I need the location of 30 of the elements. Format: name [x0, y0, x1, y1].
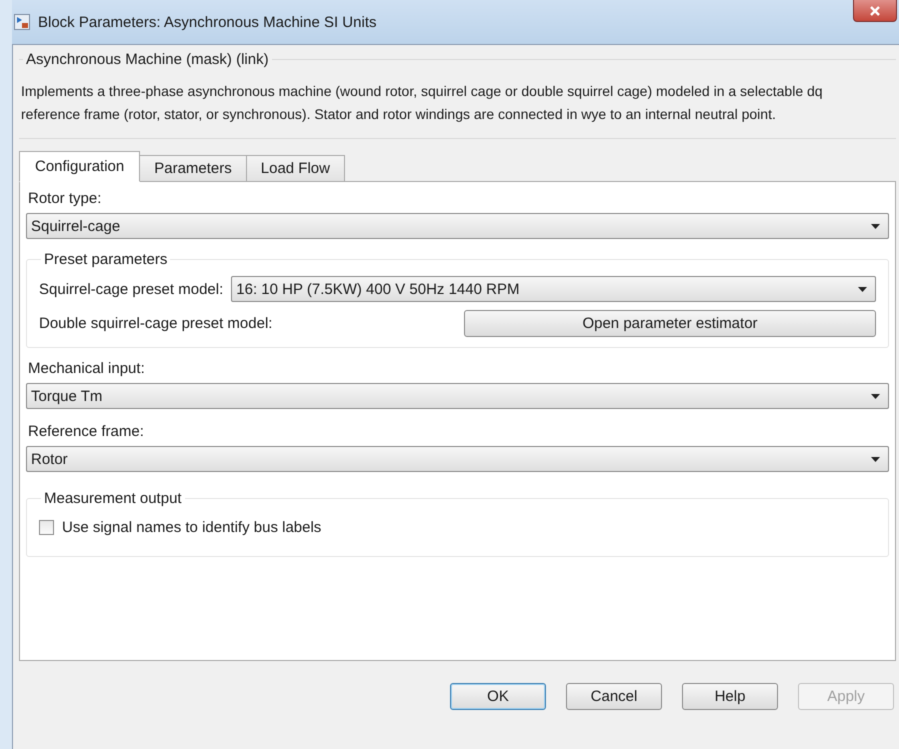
caret-icon	[858, 286, 867, 292]
window-title: Block Parameters: Asynchronous Machine SI Units	[38, 14, 376, 30]
close-button[interactable]	[853, 0, 897, 22]
mechanical-input-dropdown[interactable]: Torque Tm	[26, 383, 889, 409]
field-label: Reference frame:	[28, 423, 145, 440]
tab[interactable]: Load Flow	[246, 155, 345, 182]
dialog-button[interactable]: OK	[450, 683, 546, 710]
group-title: Preset parameters	[43, 251, 168, 268]
preset-model-dropdown[interactable]: 16: 10 HP (7.5KW) 400 V 50Hz 1440 RPM	[231, 276, 876, 302]
estimator-button[interactable]: Open parameter estimator	[464, 310, 876, 337]
dialog-button[interactable]: Help	[682, 683, 778, 710]
field-label: Mechanical input:	[28, 360, 146, 377]
rotor-type-dropdown[interactable]: Squirrel-cage	[26, 213, 889, 239]
checkbox[interactable]	[39, 520, 54, 535]
caret-icon	[871, 456, 880, 462]
checkbox-label: Use signal names to identify bus labels	[62, 519, 322, 536]
app-icon	[14, 14, 30, 30]
group-title: Measurement output	[43, 490, 183, 507]
caret-icon	[871, 224, 880, 228]
mask-description: Implements a three-phase asynchronous machine (wound rotor, squirrel cage or double squirrel cage) modeled in a selectable dq reference frame (rotor, stator, or synchronous). Stator and rotor windings are connected in wye to an internal neutral point.	[21, 82, 824, 124]
close-icon	[869, 4, 881, 16]
field-label: Double squirrel-cage preset model:	[39, 315, 272, 332]
tab[interactable]: Parameters	[140, 155, 247, 182]
field-label: Rotor type:	[28, 190, 102, 207]
mask-title: Asynchronous Machine (mask) (link)	[25, 51, 270, 68]
caret-icon	[871, 394, 880, 398]
dialog-button[interactable]: Cancel	[566, 683, 662, 710]
field-label: Squirrel-cage preset model:	[39, 280, 224, 298]
reference-frame-dropdown[interactable]: Rotor	[26, 446, 889, 472]
tab[interactable]: Configuration	[19, 151, 140, 182]
